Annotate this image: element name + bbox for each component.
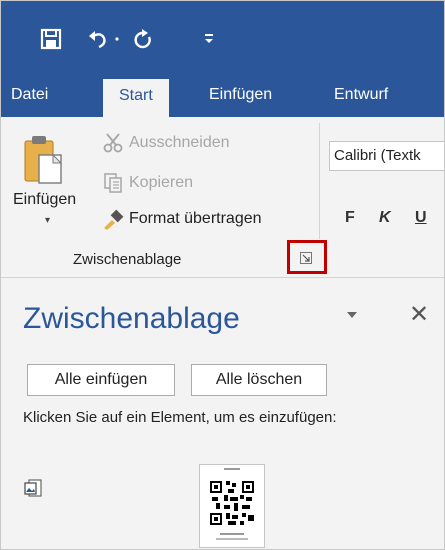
cut-button[interactable]: Ausschneiden: [101, 131, 230, 155]
tab-entwurf[interactable]: Entwurf: [334, 73, 388, 117]
pane-title: Zwischenablage: [23, 302, 240, 335]
close-icon[interactable]: ✕: [409, 300, 429, 329]
font-name-combobox[interactable]: Calibri (Textk: [329, 141, 444, 171]
group-divider: [319, 123, 320, 239]
paste-button[interactable]: Einfügen: [13, 191, 76, 209]
copy-button[interactable]: Kopieren: [101, 171, 193, 195]
ribbon-tabs: Datei Start Einfügen Entwurf: [1, 73, 444, 117]
copy-label: Kopieren: [129, 174, 194, 191]
italic-button[interactable]: K: [379, 209, 391, 227]
redo-icon[interactable]: [131, 27, 155, 51]
cut-label: Ausschneiden: [129, 134, 230, 151]
customize-qat-icon[interactable]: [201, 27, 217, 51]
undo-dropdown-icon[interactable]: [111, 27, 123, 51]
bold-button[interactable]: F: [345, 209, 355, 227]
paste-dropdown-icon[interactable]: ▾: [45, 215, 50, 226]
copy-icon: [101, 172, 125, 194]
clipboard-item-qr[interactable]: [199, 464, 265, 548]
tab-einfuegen[interactable]: Einfügen: [209, 73, 272, 117]
picture-item-icon: [23, 478, 43, 498]
underline-button[interactable]: U: [415, 209, 427, 227]
tab-datei[interactable]: Datei: [11, 73, 48, 117]
pane-hint-text: Klicken Sie auf ein Element, um es einzu…: [23, 409, 337, 426]
format-painter-label: Format übertragen: [129, 210, 262, 227]
save-icon[interactable]: [39, 27, 63, 51]
clipboard-pane: Zwischenablage ✕ Alle einfügen Alle lösc…: [1, 278, 444, 549]
scissors-icon: [101, 132, 125, 154]
ribbon-start: Einfügen ▾ Ausschneiden Kopieren Format …: [1, 117, 444, 278]
format-painter-icon: [101, 208, 125, 230]
paste-icon[interactable]: [23, 133, 63, 185]
tab-start[interactable]: Start: [103, 79, 169, 117]
clipboard-group-label: Zwischenablage: [73, 251, 182, 268]
launcher-highlight: [287, 240, 327, 274]
format-painter-button[interactable]: Format übertragen: [101, 207, 262, 231]
title-bar: [1, 1, 444, 73]
pane-options-icon[interactable]: [345, 308, 361, 324]
paste-all-button[interactable]: Alle einfügen: [27, 364, 175, 396]
undo-icon[interactable]: [87, 27, 109, 51]
word-window: Datei Start Einfügen Entwurf Einfügen ▾: [0, 0, 445, 550]
clear-all-button[interactable]: Alle löschen: [191, 364, 327, 396]
